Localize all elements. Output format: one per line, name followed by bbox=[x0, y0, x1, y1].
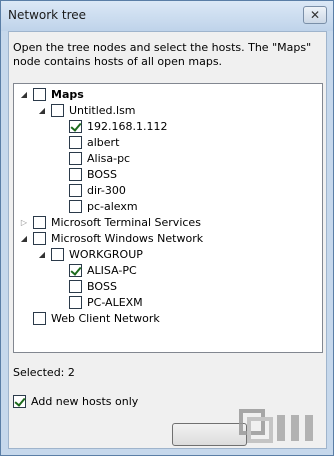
tree-node-label: 192.168.1.112 bbox=[87, 119, 168, 133]
checkbox-albert[interactable] bbox=[69, 135, 82, 149]
checkbox-maps[interactable] bbox=[33, 87, 46, 101]
checkbox-untitled-lsm[interactable] bbox=[51, 103, 64, 117]
title-bar[interactable]: Network tree ✕ bbox=[1, 1, 333, 31]
tree-node-label: PC-ALEXM bbox=[87, 295, 143, 309]
add-new-hosts-label: Add new hosts only bbox=[31, 395, 139, 408]
instructions-text: Open the tree nodes and select the hosts… bbox=[13, 41, 312, 68]
tree-node-label: Microsoft Windows Network bbox=[51, 231, 204, 245]
triangle-down-icon[interactable]: ◢ bbox=[36, 246, 48, 262]
tree-node-label: BOSS bbox=[87, 167, 117, 181]
tree-node-label: Alisa-pc bbox=[87, 151, 131, 165]
checkbox-boss-wg[interactable] bbox=[69, 279, 82, 293]
add-new-hosts-check[interactable] bbox=[13, 395, 26, 408]
dialog-body: Open the tree nodes and select the hosts… bbox=[8, 31, 327, 449]
checkbox-alisa-pc-wg[interactable] bbox=[69, 263, 82, 277]
tree-node-label: pc-alexm bbox=[87, 199, 138, 213]
tree-node-label: ALISA-PC bbox=[87, 263, 137, 277]
tree-node-windows-network[interactable]: ◢ Microsoft Windows Network bbox=[18, 230, 203, 246]
checkbox-workgroup[interactable] bbox=[51, 247, 64, 261]
window-title: Network tree bbox=[8, 8, 87, 22]
tree-node-maps[interactable]: ◢ Maps bbox=[18, 86, 84, 102]
tree-node-host[interactable]: ALISA-PC bbox=[69, 262, 137, 278]
tree-node-label: Web Client Network bbox=[51, 311, 160, 325]
checkbox-alisa-pc[interactable] bbox=[69, 151, 82, 165]
checkbox-pc-alexm-wg[interactable] bbox=[69, 295, 82, 309]
tree-node-host[interactable]: 192.168.1.112 bbox=[69, 118, 167, 134]
tree-node-label: dir-300 bbox=[87, 183, 126, 197]
close-icon: ✕ bbox=[309, 8, 321, 22]
checkbox-192-168-1-112[interactable] bbox=[69, 119, 82, 133]
tree-node-host[interactable]: Alisa-pc bbox=[69, 150, 130, 166]
tree-node-label: WORKGROUP bbox=[69, 247, 143, 261]
tree-node-host[interactable]: albert bbox=[69, 134, 119, 150]
triangle-down-icon[interactable]: ◢ bbox=[18, 86, 30, 102]
close-button[interactable]: ✕ bbox=[303, 6, 327, 24]
triangle-down-icon[interactable]: ◢ bbox=[18, 230, 30, 246]
checkbox-terminal-services[interactable] bbox=[33, 215, 46, 229]
triangle-right-icon[interactable]: ▷ bbox=[18, 214, 30, 230]
tree-node-label: albert bbox=[87, 135, 120, 149]
tree-node-untitled-lsm[interactable]: ◢ Untitled.lsm bbox=[36, 102, 136, 118]
add-new-hosts-checkbox[interactable]: Add new hosts only bbox=[13, 395, 138, 408]
tree-node-label: Maps bbox=[51, 87, 84, 101]
tree-node-web-client-network[interactable]: Web Client Network bbox=[33, 310, 160, 326]
checkbox-windows-network[interactable] bbox=[33, 231, 46, 245]
tree-node-host[interactable]: pc-alexm bbox=[69, 198, 138, 214]
tree-node-host[interactable]: dir-300 bbox=[69, 182, 126, 198]
selected-count: Selected: 2 bbox=[13, 366, 75, 379]
tree-node-workgroup[interactable]: ◢ WORKGROUP bbox=[36, 246, 143, 262]
checkbox-dir-300[interactable] bbox=[69, 183, 82, 197]
checkbox-pc-alexm[interactable] bbox=[69, 199, 82, 213]
checkbox-web-client-network[interactable] bbox=[33, 311, 46, 325]
tree-node-label: Untitled.lsm bbox=[69, 103, 136, 117]
tree-node-host[interactable]: PC-ALEXM bbox=[69, 294, 143, 310]
tree-node-terminal-services[interactable]: ▷ Microsoft Terminal Services bbox=[18, 214, 201, 230]
tree-node-label: BOSS bbox=[87, 279, 117, 293]
network-tree[interactable]: ◢ Maps ◢ Untitled.lsm 192.168.1.112 albe… bbox=[13, 83, 323, 353]
watermark-logo bbox=[239, 409, 313, 443]
tree-node-host[interactable]: BOSS bbox=[69, 166, 117, 182]
checkbox-boss[interactable] bbox=[69, 167, 82, 181]
tree-node-label: Microsoft Terminal Services bbox=[51, 215, 201, 229]
triangle-down-icon[interactable]: ◢ bbox=[36, 102, 48, 118]
network-tree-window: Network tree ✕ Open the tree nodes and s… bbox=[0, 0, 334, 456]
tree-node-host[interactable]: BOSS bbox=[69, 278, 117, 294]
